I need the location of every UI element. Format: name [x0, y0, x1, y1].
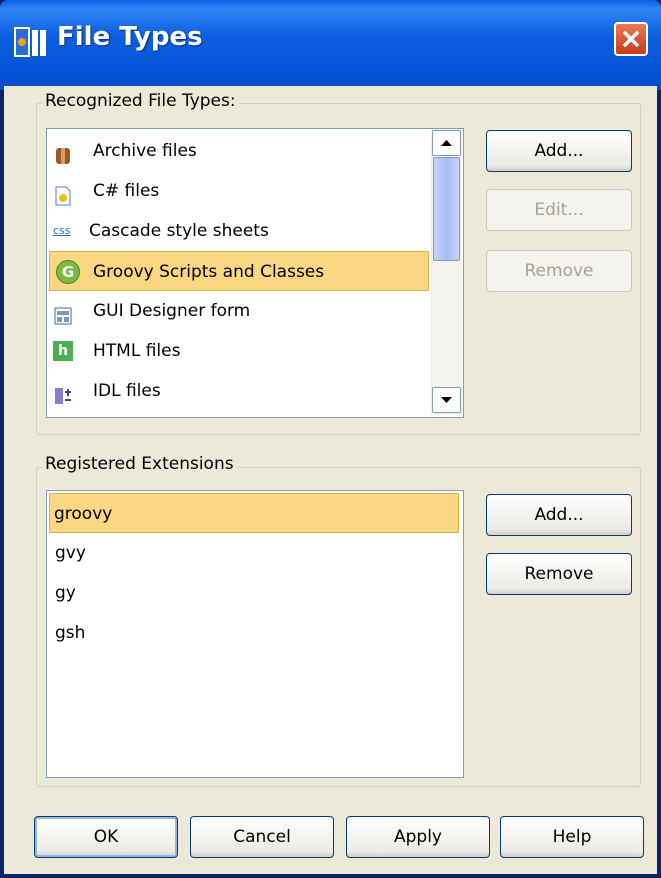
list-item[interactable]: GUI Designer form [49, 291, 429, 331]
list-item[interactable]: css Cascade style sheets [49, 211, 429, 251]
scroll-down-button[interactable] [432, 387, 461, 413]
apply-button[interactable]: Apply [346, 816, 490, 858]
scroll-up-button[interactable] [432, 130, 461, 156]
scroll-thumb[interactable] [433, 157, 460, 261]
list-item[interactable]: IDL files [49, 371, 429, 411]
list-item-selected[interactable]: groovy [49, 493, 459, 533]
gui-form-icon [53, 301, 73, 325]
edit-file-type-button[interactable]: Edit... [486, 189, 632, 231]
groovy-icon: G [56, 260, 80, 284]
help-button[interactable]: Help [500, 816, 644, 858]
list-item-partial[interactable] [49, 411, 429, 417]
remove-file-type-button[interactable]: Remove [486, 250, 632, 292]
remove-extension-button[interactable]: Remove [486, 553, 632, 595]
file-types-dialog: File Types Recognized File Types: Archiv… [0, 0, 661, 878]
add-extension-button[interactable]: Add... [486, 494, 632, 536]
list-item[interactable]: gy [49, 573, 463, 613]
list-item[interactable]: C# files [49, 171, 429, 211]
list-scrollbar[interactable] [431, 129, 462, 415]
registered-extensions-label: Registered Extensions [42, 454, 237, 474]
list-item[interactable]: Archive files [49, 131, 429, 171]
arrow-down-icon [441, 397, 452, 403]
list-item-selected[interactable]: G Groovy Scripts and Classes [49, 251, 429, 291]
recognized-file-types-label: Recognized File Types: [42, 91, 239, 111]
app-icon [14, 26, 48, 60]
window-title: File Types [57, 22, 203, 52]
html-icon: h [53, 341, 73, 361]
ok-button[interactable]: OK [34, 816, 178, 858]
extensions-list[interactable]: groovy gvy gy gsh [46, 490, 464, 778]
idl-icon [53, 381, 73, 404]
list-item[interactable]: gvy [49, 533, 463, 573]
add-file-type-button[interactable]: Add... [486, 130, 632, 172]
close-icon [622, 30, 640, 48]
file-types-list[interactable]: Archive files C# files css Cascade style… [46, 128, 464, 418]
css-icon: css [53, 224, 71, 237]
close-button[interactable] [614, 22, 648, 56]
csharp-file-icon [53, 181, 73, 206]
dialog-client: Recognized File Types: Archive files C# … [4, 86, 657, 874]
list-item[interactable]: gsh [49, 613, 463, 653]
arrow-up-icon [441, 140, 452, 146]
cancel-button[interactable]: Cancel [190, 816, 334, 858]
archive-icon [53, 141, 73, 164]
title-bar[interactable]: File Types [0, 0, 661, 90]
list-item[interactable]: h HTML files [49, 331, 429, 371]
